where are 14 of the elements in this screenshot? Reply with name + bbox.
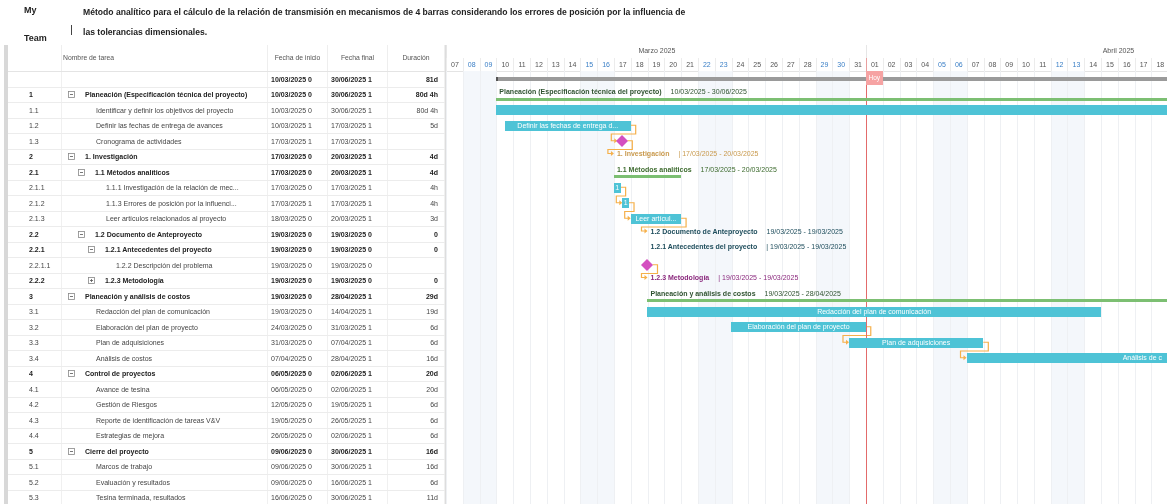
collapse-button[interactable] (67, 90, 76, 100)
collapse-button[interactable] (67, 369, 76, 379)
collapse-button[interactable] (87, 245, 96, 255)
project-title: Método analítico para el cálculo de la relación de transmisión en mecanismos de 4 barras considerando los errores de posición por la influencia de las tolerancias dimensionales. (83, 6, 687, 39)
milestone-diamond-icon[interactable] (616, 134, 629, 147)
collapse-button[interactable] (67, 446, 76, 456)
collapse-button[interactable] (67, 291, 76, 301)
expand-button[interactable] (87, 276, 96, 286)
milestone-diamond-icon[interactable] (641, 258, 654, 271)
team-label: My (24, 5, 38, 15)
collapse-button[interactable] (67, 152, 76, 162)
team-label: Team (24, 33, 48, 43)
collapse-button[interactable] (77, 167, 86, 177)
collapse-button[interactable] (77, 229, 86, 239)
